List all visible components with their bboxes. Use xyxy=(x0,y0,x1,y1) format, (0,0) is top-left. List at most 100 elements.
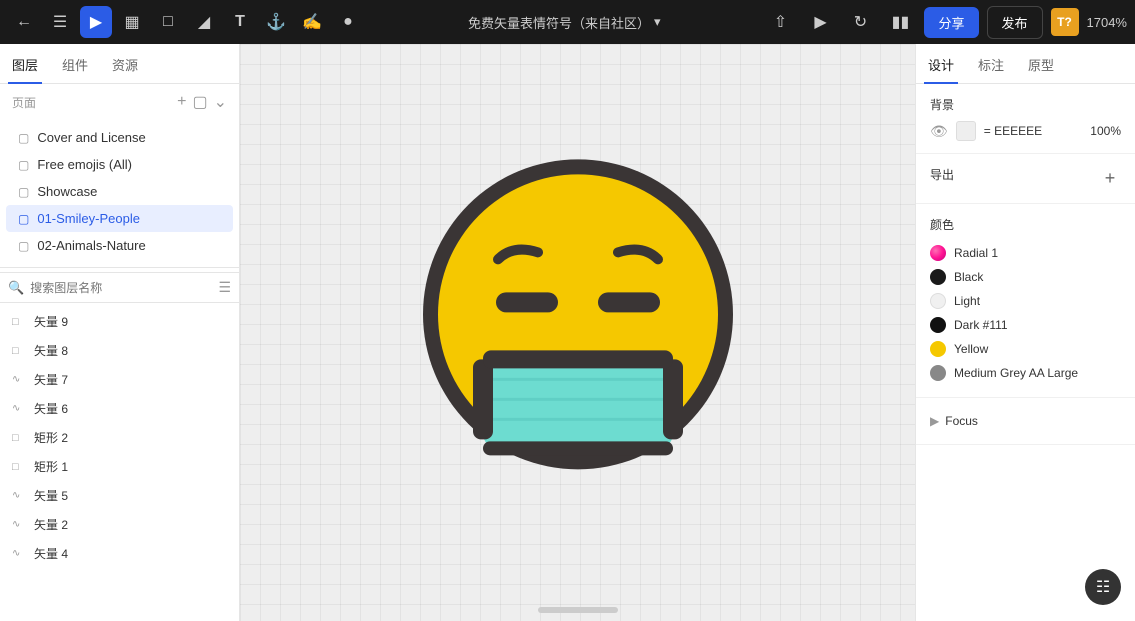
text-tool[interactable]: T xyxy=(224,6,256,38)
tab-mark[interactable]: 标注 xyxy=(974,47,1008,84)
color-entry-medgrey[interactable]: Medium Grey AA Large xyxy=(930,361,1121,385)
layer-item-rect1[interactable]: □ 矩形 1 xyxy=(0,452,239,481)
anchor-tool[interactable]: ⚓ xyxy=(260,6,292,38)
left-tabs: 图层 组件 资源 xyxy=(0,44,239,84)
page-item-01-smiley[interactable]: ▢ 01-Smiley-People xyxy=(6,205,233,232)
color-dot-light xyxy=(930,293,946,309)
page-options-button[interactable]: ▢ xyxy=(192,92,207,112)
filter-icon[interactable]: ☰ xyxy=(218,279,231,296)
avatar: T? xyxy=(1051,8,1079,36)
color-entry-light[interactable]: Light xyxy=(930,289,1121,313)
color-name-dark111: Dark #111 xyxy=(954,318,1008,332)
frame-tool[interactable]: ▦ xyxy=(116,6,148,38)
right-panel: 设计 标注 原型 背景 👁 = EEEEEE 100% 导出 + 颜色 xyxy=(915,44,1135,621)
color-entry-dark111[interactable]: Dark #111 xyxy=(930,313,1121,337)
layer-item-rect2[interactable]: □ 矩形 2 xyxy=(0,423,239,452)
pages-section: 页面 + ▢ ⌄ xyxy=(0,84,239,120)
bg-color-swatch[interactable] xyxy=(956,121,976,141)
color-dot-dark111 xyxy=(930,317,946,333)
add-export-button[interactable]: + xyxy=(1099,168,1121,190)
help-button[interactable]: ☷ xyxy=(1085,569,1121,605)
file-title: 免费矢量表情符号（来自社区） ▾ xyxy=(368,13,760,32)
canvas[interactable] xyxy=(240,44,915,621)
page-icon: ▢ xyxy=(18,239,29,253)
menu-button[interactable]: ☰ xyxy=(44,6,76,38)
focus-section: ▶ Focus xyxy=(916,398,1135,445)
layer-item-vec4[interactable]: ∿ 矢量 4 xyxy=(0,539,239,568)
add-page-button[interactable]: + xyxy=(177,93,186,111)
toolbar: ← ☰ ▶ ▦ □ ◢ T ⚓ ✍ ● 免费矢量表情符号（来自社区） ▾ ⇧ ▶… xyxy=(0,0,1135,44)
select-tool[interactable]: ▶ xyxy=(80,6,112,38)
layer-type-icon: □ xyxy=(12,345,26,357)
share-button[interactable]: 分享 xyxy=(924,7,978,38)
background-section: 背景 👁 = EEEEEE 100% xyxy=(916,84,1135,154)
layer-item-vec6[interactable]: ∿ 矢量 6 xyxy=(0,394,239,423)
layer-item-vec8[interactable]: □ 矢量 8 xyxy=(0,336,239,365)
layer-type-icon: □ xyxy=(12,316,26,328)
page-icon: ▢ xyxy=(18,131,29,145)
layer-item-vec5[interactable]: ∿ 矢量 5 xyxy=(0,481,239,510)
comment-tool[interactable]: ● xyxy=(332,6,364,38)
color-dot-black xyxy=(930,269,946,285)
upload-button[interactable]: ⇧ xyxy=(764,6,796,38)
left-panel: 图层 组件 资源 页面 + ▢ ⌄ ▢ Cover and License ▢ … xyxy=(0,44,240,621)
hand-tool[interactable]: ✍ xyxy=(296,6,328,38)
color-dot-yellow xyxy=(930,341,946,357)
rect-tool[interactable]: □ xyxy=(152,6,184,38)
tab-components[interactable]: 组件 xyxy=(58,47,92,84)
search-bar: 🔍 ☰ xyxy=(0,272,239,303)
layer-item-vec2[interactable]: ∿ 矢量 2 xyxy=(0,510,239,539)
color-entry-black[interactable]: Black xyxy=(930,265,1121,289)
page-icon: ▢ xyxy=(18,158,29,172)
bg-row: 👁 = EEEEEE 100% xyxy=(930,121,1121,141)
chevron-right-icon: ▶ xyxy=(930,414,939,428)
layer-item-vec9[interactable]: □ 矢量 9 xyxy=(0,307,239,336)
page-icon: ▢ xyxy=(18,212,29,226)
divider xyxy=(0,267,239,268)
canvas-content xyxy=(408,144,748,487)
background-title: 背景 xyxy=(930,96,1121,113)
focus-entry[interactable]: ▶ Focus xyxy=(930,410,1121,432)
color-entry-yellow[interactable]: Yellow xyxy=(930,337,1121,361)
layer-type-icon: ∿ xyxy=(12,403,26,414)
colors-title: 颜色 xyxy=(930,216,1121,233)
refresh-button[interactable]: ↻ xyxy=(844,6,876,38)
help-icon: ☷ xyxy=(1096,577,1110,597)
pen-tool[interactable]: ◢ xyxy=(188,6,220,38)
tab-design[interactable]: 设计 xyxy=(924,47,958,84)
bg-opacity-value: 100% xyxy=(1090,124,1121,138)
color-name-medgrey: Medium Grey AA Large xyxy=(954,366,1078,380)
play-button[interactable]: ▶ xyxy=(804,6,836,38)
page-item-cover[interactable]: ▢ Cover and License xyxy=(6,124,233,151)
expand-button[interactable]: ⌄ xyxy=(214,92,227,112)
page-icon: ▢ xyxy=(18,185,29,199)
color-name-radial1: Radial 1 xyxy=(954,246,998,260)
layer-type-icon: ∿ xyxy=(12,490,26,501)
layer-item-vec7[interactable]: ∿ 矢量 7 xyxy=(0,365,239,394)
search-input[interactable] xyxy=(30,281,212,295)
main-area: 图层 组件 资源 页面 + ▢ ⌄ ▢ Cover and License ▢ … xyxy=(0,44,1135,621)
page-item-free-emojis[interactable]: ▢ Free emojis (All) xyxy=(6,151,233,178)
page-item-02-animals[interactable]: ▢ 02-Animals-Nature xyxy=(6,232,233,259)
layer-type-icon: ∿ xyxy=(12,548,26,559)
layer-type-icon: ∿ xyxy=(12,374,26,385)
publish-button[interactable]: 发布 xyxy=(987,6,1043,39)
section-title: 页面 xyxy=(12,94,36,111)
emoji-illustration xyxy=(408,144,748,484)
bg-color-value[interactable]: = EEEEEE xyxy=(984,124,1083,138)
tab-prototype[interactable]: 原型 xyxy=(1024,47,1058,84)
canvas-scrollbar[interactable] xyxy=(538,607,618,613)
color-name-black: Black xyxy=(954,270,983,284)
tab-layers[interactable]: 图层 xyxy=(8,47,42,84)
focus-label: Focus xyxy=(945,414,978,428)
visibility-toggle[interactable]: 👁 xyxy=(930,123,948,140)
color-name-light: Light xyxy=(954,294,980,308)
color-entry-radial1[interactable]: Radial 1 xyxy=(930,241,1121,265)
export-section: 导出 + xyxy=(916,154,1135,204)
export-row: 导出 + xyxy=(930,166,1121,191)
tab-assets[interactable]: 资源 xyxy=(108,47,142,84)
more-options-button[interactable]: ▮▮ xyxy=(884,6,916,38)
zoom-level[interactable]: 1704% xyxy=(1087,15,1127,30)
page-item-showcase[interactable]: ▢ Showcase xyxy=(6,178,233,205)
back-button[interactable]: ← xyxy=(8,6,40,38)
